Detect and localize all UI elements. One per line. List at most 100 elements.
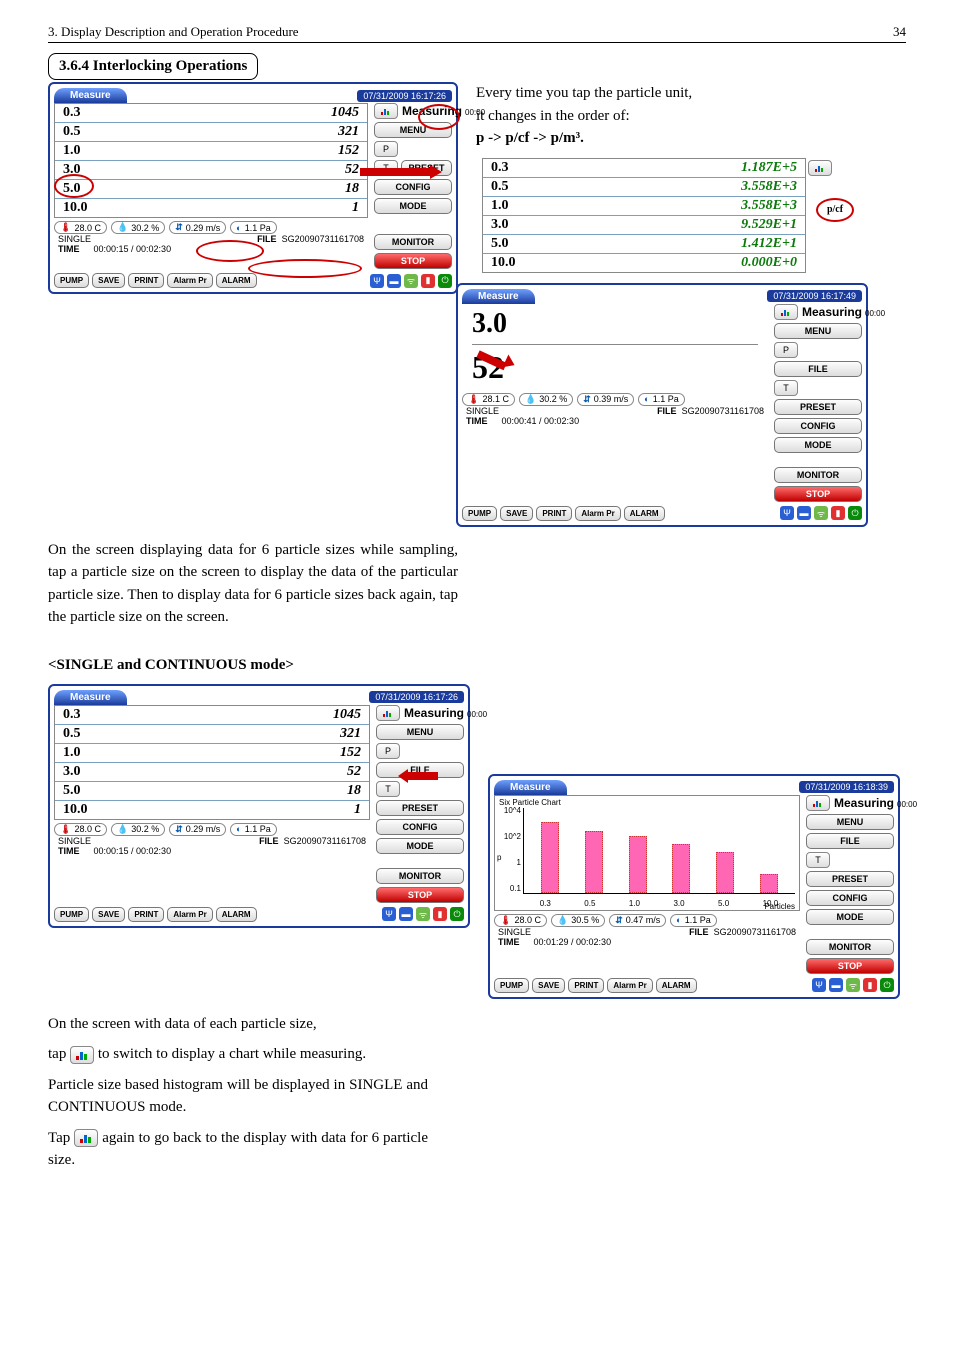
wireless-icon: ᯤ <box>846 978 860 992</box>
alarmpr-button[interactable]: Alarm Pr <box>575 506 620 521</box>
mode-button[interactable]: MODE <box>376 838 464 854</box>
menu-button[interactable]: MENU <box>376 724 464 740</box>
menu-button[interactable]: MENU <box>806 814 894 830</box>
monitor-button[interactable]: MONITOR <box>774 467 862 483</box>
measure-tab[interactable]: Measure <box>54 88 127 103</box>
row-val: 18 <box>345 181 359 197</box>
save-button[interactable]: SAVE <box>92 907 125 922</box>
row-size[interactable]: 10.0 <box>491 255 531 271</box>
row-size[interactable]: 1.0 <box>63 143 103 159</box>
row-size[interactable]: 10.0 <box>63 200 103 216</box>
file-button[interactable]: FILE <box>774 361 862 377</box>
menu-button[interactable]: MENU <box>774 323 862 339</box>
row-size[interactable]: 3.0 <box>63 162 103 178</box>
mode-label: SINGLE <box>58 234 91 244</box>
preset-button[interactable]: PRESET <box>376 800 464 816</box>
particle-chart[interactable]: Six Particle Chart 10^4 10^2 1 0.1 p 0.3… <box>494 795 800 911</box>
t-button[interactable]: T <box>376 781 400 797</box>
stop-button[interactable]: STOP <box>374 253 452 269</box>
save-button[interactable]: SAVE <box>92 273 125 288</box>
p-button[interactable]: P <box>376 743 400 759</box>
t-button[interactable]: T <box>774 380 798 396</box>
print-button[interactable]: PRINT <box>128 907 164 922</box>
measure-tab[interactable]: Measure <box>54 690 127 705</box>
save-button[interactable]: SAVE <box>500 506 533 521</box>
alarm-button[interactable]: ALARM <box>216 907 257 922</box>
humidity-icon: 💧 <box>557 915 568 926</box>
chart-icon[interactable] <box>70 1046 94 1064</box>
print-button[interactable]: PRINT <box>536 506 572 521</box>
row-size[interactable]: 5.0 <box>63 181 103 197</box>
power-icon: ⏻ <box>880 978 894 992</box>
particle-table[interactable]: 0.31045 0.5321 1.0152 3.052 5.018 10.01 <box>54 705 370 820</box>
chart-icon[interactable] <box>74 1129 98 1147</box>
row-size[interactable]: 0.3 <box>63 707 103 723</box>
row-size[interactable]: 3.0 <box>491 217 531 233</box>
row-size[interactable]: 1.0 <box>63 745 103 761</box>
particle-table[interactable]: 0.31045 0.5321 1.0152 3.052 5.018 10.01 <box>54 103 368 218</box>
alarmpr-button[interactable]: Alarm Pr <box>167 273 212 288</box>
preset-button[interactable]: PRESET <box>806 871 894 887</box>
row-size[interactable]: 1.0 <box>491 198 531 214</box>
monitor-button[interactable]: MONITOR <box>806 939 894 955</box>
chart-icon[interactable] <box>806 795 830 811</box>
selected-size[interactable]: 3.0 <box>472 308 758 340</box>
battery-icon: ▮ <box>831 506 845 520</box>
row-size[interactable]: 5.0 <box>63 783 103 799</box>
alarm-button[interactable]: ALARM <box>624 506 665 521</box>
alarm-button[interactable]: ALARM <box>216 273 257 288</box>
menu-button[interactable]: MENU <box>374 122 452 138</box>
pump-button[interactable]: PUMP <box>462 506 497 521</box>
row-size[interactable]: 5.0 <box>491 236 531 252</box>
pump-button[interactable]: PUMP <box>54 273 89 288</box>
wireless-icon: ᯤ <box>404 274 418 288</box>
stop-button[interactable]: STOP <box>806 958 894 974</box>
page-header: 3. Display Description and Operation Pro… <box>48 24 906 43</box>
alarmpr-button[interactable]: Alarm Pr <box>607 978 652 993</box>
paragraph-2c: Particle size based histogram will be di… <box>48 1074 428 1119</box>
stop-button[interactable]: STOP <box>774 486 862 502</box>
row-size[interactable]: 0.5 <box>491 179 531 195</box>
chart-icon[interactable] <box>376 705 400 721</box>
measure-tab[interactable]: Measure <box>462 289 535 304</box>
alarmpr-button[interactable]: Alarm Pr <box>167 907 212 922</box>
mode-button[interactable]: MODE <box>774 437 862 453</box>
config-button[interactable]: CONFIG <box>376 819 464 835</box>
save-button[interactable]: SAVE <box>532 978 565 993</box>
mode-button[interactable]: MODE <box>374 198 452 214</box>
row-size[interactable]: 0.5 <box>63 124 103 140</box>
config-button[interactable]: CONFIG <box>374 179 452 195</box>
print-button[interactable]: PRINT <box>128 273 164 288</box>
config-button[interactable]: CONFIG <box>774 418 862 434</box>
t-button[interactable]: T <box>806 852 830 868</box>
row-size[interactable]: 0.3 <box>491 160 531 176</box>
measuring-label: Measuring00:00 <box>834 796 917 810</box>
row-size[interactable]: 3.0 <box>63 764 103 780</box>
monitor-button[interactable]: MONITOR <box>376 868 464 884</box>
file-value: SG20090731161708 <box>282 234 364 244</box>
pump-button[interactable]: PUMP <box>54 907 89 922</box>
chart-icon[interactable] <box>374 103 398 119</box>
particle-table-pcf[interactable]: 0.31.187E+5 0.53.558E+3 1.03.558E+3 3.09… <box>482 158 806 273</box>
section-title: 3.6.4 Interlocking Operations <box>48 53 258 80</box>
pressure-icon: ◐ <box>236 824 241 834</box>
monitor-button[interactable]: MONITOR <box>374 234 452 250</box>
row-size[interactable]: 0.5 <box>63 726 103 742</box>
preset-button[interactable]: PRESET <box>774 399 862 415</box>
usb-icon: Ψ <box>382 907 396 921</box>
config-button[interactable]: CONFIG <box>806 890 894 906</box>
chart-icon[interactable] <box>774 304 798 320</box>
pump-button[interactable]: PUMP <box>494 978 529 993</box>
stop-button[interactable]: STOP <box>376 887 464 903</box>
network-icon: ▬ <box>399 907 413 921</box>
row-size[interactable]: 10.0 <box>63 802 103 818</box>
chart-icon[interactable] <box>808 160 832 176</box>
print-button[interactable]: PRINT <box>568 978 604 993</box>
alarm-button[interactable]: ALARM <box>656 978 697 993</box>
file-button[interactable]: FILE <box>806 833 894 849</box>
p-button[interactable]: P <box>774 342 798 358</box>
measure-tab[interactable]: Measure <box>494 780 567 795</box>
row-size[interactable]: 0.3 <box>63 105 103 121</box>
mode-button[interactable]: MODE <box>806 909 894 925</box>
p-button[interactable]: P <box>374 141 398 157</box>
